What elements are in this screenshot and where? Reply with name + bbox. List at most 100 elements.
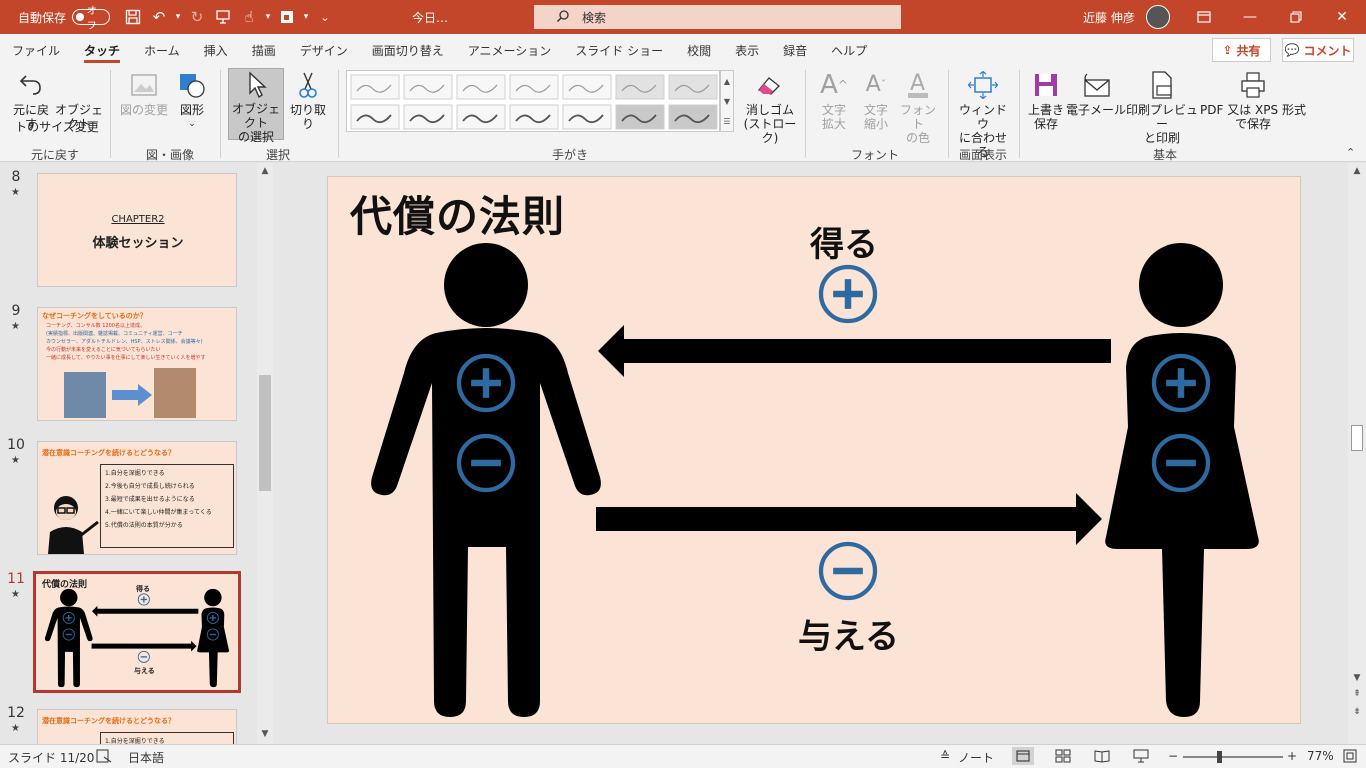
grow-font-button[interactable]: A ^ 文字 拡大: [814, 70, 854, 131]
eraser-button[interactable]: 消しゴム (ストローク): [741, 70, 799, 145]
give-label[interactable]: 与える: [798, 609, 899, 658]
normal-view-icon[interactable]: [1012, 747, 1034, 765]
search-input[interactable]: 検索: [534, 5, 901, 29]
shapes-button[interactable]: 図形 ⌄: [172, 70, 212, 131]
tab-draw[interactable]: 描画: [240, 34, 288, 66]
minimize-icon[interactable]: —: [1227, 0, 1273, 34]
slide-title[interactable]: 代償の法則: [350, 183, 565, 244]
tab-review[interactable]: 校閲: [675, 34, 723, 66]
shrink-font-button[interactable]: Aˇ 文字 縮小: [856, 70, 896, 132]
tab-record[interactable]: 録音: [771, 34, 819, 66]
gallery-up-icon[interactable]: ▲: [724, 77, 730, 86]
thumbnail-scrollbar[interactable]: ▲ ▼: [257, 163, 273, 744]
touch-mode-icon[interactable]: ☝: [236, 6, 262, 28]
scroll-down-icon[interactable]: ▼: [1349, 673, 1365, 683]
gallery-down-icon[interactable]: ▼: [724, 97, 730, 106]
tab-file[interactable]: ファイル: [0, 34, 72, 66]
zoom-level[interactable]: 77%: [1307, 749, 1334, 763]
accessibility-icon[interactable]: [96, 749, 112, 766]
slide-thumbnail-10[interactable]: 潜在意識コーチングを続けるとどうなる？ 1.自分を深掘りできる 2.今後も自分で…: [37, 441, 237, 555]
pen-gallery-scroll[interactable]: ▲ ▼ ☰: [720, 70, 734, 132]
font-color-button[interactable]: A フォント の色: [896, 70, 940, 145]
zoom-slider[interactable]: [1183, 756, 1283, 758]
comment-button[interactable]: 💬 コメント: [1282, 38, 1354, 62]
slide-thumbnail-11[interactable]: 代償の法則 得る 与える: [33, 571, 241, 693]
pen-swatch[interactable]: [668, 74, 718, 100]
tab-slideshow[interactable]: スライド ショー: [563, 34, 675, 66]
ribbon-display-options-icon[interactable]: [1181, 0, 1227, 34]
save-icon[interactable]: [120, 6, 146, 28]
pen-swatch[interactable]: [350, 104, 400, 130]
pen-swatch[interactable]: [615, 104, 665, 130]
slideshow-icon[interactable]: [274, 6, 300, 28]
save-pdf-button[interactable]: PDF 又は XPS 形式 で保存: [1198, 70, 1308, 131]
previous-slide-icon[interactable]: ⇞: [1349, 689, 1365, 699]
touch-dropdown-icon[interactable]: ▾: [262, 6, 274, 28]
collapse-ribbon-icon[interactable]: ⌃: [1346, 146, 1355, 159]
pen-swatch[interactable]: [456, 74, 506, 100]
tab-view[interactable]: 表示: [723, 34, 771, 66]
gallery-more-icon[interactable]: ☰: [723, 117, 730, 126]
pen-swatch[interactable]: [403, 104, 453, 130]
current-slide[interactable]: 代償の法則 得る 与える: [327, 176, 1301, 724]
scroll-thumb[interactable]: [259, 375, 271, 491]
zoom-out-icon[interactable]: −: [1168, 749, 1178, 763]
scroll-down-icon[interactable]: ▼: [257, 729, 273, 739]
document-title[interactable]: 今日…: [412, 9, 448, 26]
pen-swatch[interactable]: [509, 74, 559, 100]
scroll-thumb[interactable]: [1351, 425, 1363, 451]
tab-insert[interactable]: 挿入: [192, 34, 240, 66]
slide-thumbnail-8[interactable]: CHAPTER2 体験セッション: [37, 173, 237, 287]
tab-home[interactable]: ホーム: [132, 34, 192, 66]
slideshow-dropdown-icon[interactable]: ▾: [300, 6, 312, 28]
tab-help[interactable]: ヘルプ: [819, 34, 879, 66]
close-icon[interactable]: ✕: [1319, 0, 1365, 34]
tab-touch[interactable]: タッチ: [72, 34, 132, 66]
next-slide-icon[interactable]: ⇟: [1349, 707, 1365, 717]
restore-icon[interactable]: [1273, 0, 1319, 34]
customize-toolbar-icon[interactable]: ⌄: [312, 6, 338, 28]
redo-icon[interactable]: ↻: [184, 6, 210, 28]
change-picture-button[interactable]: 図の変更: [118, 70, 170, 117]
pen-swatch[interactable]: [350, 74, 400, 100]
slideshow-view-icon[interactable]: [1133, 749, 1149, 766]
slide-sorter-icon[interactable]: [1055, 749, 1071, 766]
tab-design[interactable]: デザイン: [288, 34, 360, 66]
share-button[interactable]: ⇪ 共有: [1212, 38, 1271, 62]
pen-swatch[interactable]: [562, 104, 612, 130]
zoom-slider-handle[interactable]: [1217, 751, 1222, 763]
tab-animations[interactable]: アニメーション: [456, 34, 564, 66]
notes-button[interactable]: ノート: [958, 749, 994, 766]
scroll-up-icon[interactable]: ▲: [1349, 166, 1365, 176]
undo-dropdown-icon[interactable]: ▾: [172, 6, 184, 28]
autosave-toggle[interactable]: オフ: [72, 6, 111, 32]
reading-view-icon[interactable]: [1094, 749, 1110, 766]
pen-swatch[interactable]: [456, 104, 506, 130]
user-name[interactable]: 近藤 伸彦: [1083, 9, 1135, 26]
pen-swatch[interactable]: [509, 104, 559, 130]
scroll-up-icon[interactable]: ▲: [257, 166, 273, 176]
print-preview-button[interactable]: 印刷プレビュー と印刷: [1126, 70, 1198, 145]
language[interactable]: 日本語: [128, 749, 164, 766]
pen-swatch[interactable]: [615, 74, 665, 100]
tab-transitions[interactable]: 画面切り替え: [360, 34, 456, 66]
presenter-icon[interactable]: [210, 6, 236, 28]
slide-thumbnail-12[interactable]: 潜在意識コーチングを続けるとどうなる？ 1.自分を深掘りできる: [37, 709, 237, 744]
cut-button[interactable]: 切り取り: [286, 70, 330, 131]
pen-swatch[interactable]: [668, 104, 718, 130]
pen-swatch[interactable]: [403, 74, 453, 100]
select-objects-button[interactable]: オブジェクト の選択: [228, 68, 284, 144]
undo-icon[interactable]: ↶: [146, 6, 172, 28]
save-button[interactable]: 上書き 保存: [1026, 70, 1066, 131]
pen-swatch[interactable]: [562, 74, 612, 100]
notes-icon[interactable]: ≙: [940, 749, 950, 763]
slide-thumbnail-9[interactable]: なぜコーチングをしているのか？ コーチング、コンサル数 1200名以上達成。 (…: [37, 307, 237, 421]
get-label[interactable]: 得る: [810, 217, 878, 266]
slide-count[interactable]: スライド 11/20: [8, 749, 94, 766]
fit-slide-icon[interactable]: [1343, 749, 1357, 766]
zoom-in-icon[interactable]: +: [1287, 749, 1297, 763]
avatar[interactable]: [1146, 5, 1170, 29]
autosave-control[interactable]: 自動保存 オフ: [18, 6, 111, 32]
resize-label-2[interactable]: トのサイズ変更: [12, 120, 102, 134]
editor-scrollbar[interactable]: ▲ ▼ ⇞ ⇟: [1348, 163, 1366, 744]
